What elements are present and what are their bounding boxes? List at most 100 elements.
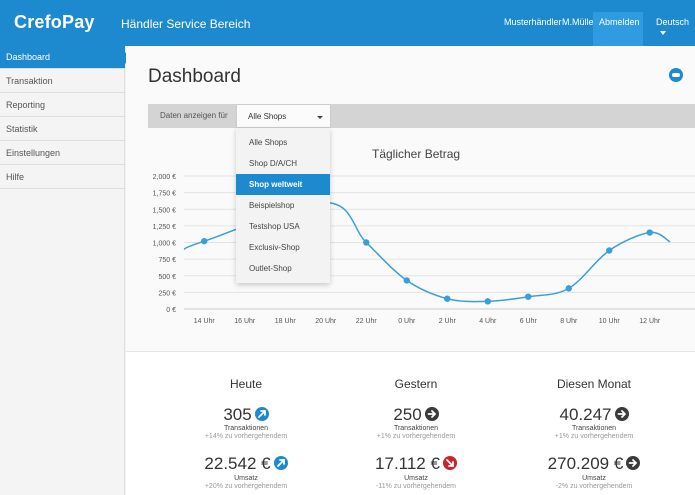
y-tick-label: 500 € bbox=[158, 274, 176, 281]
app-subtitle: Händler Service Bereich bbox=[121, 17, 251, 31]
stat-revenue-change: -11% zu vorhergehendem bbox=[375, 483, 457, 490]
language-label: Deutsch bbox=[656, 17, 690, 27]
x-tick-label: 20 Uhr bbox=[315, 318, 337, 325]
sidebar-item-label: Hilfe bbox=[6, 172, 25, 182]
data-point bbox=[646, 229, 653, 236]
x-tick-label: 16 Uhr bbox=[234, 318, 256, 325]
trend-flat-icon bbox=[424, 406, 439, 421]
data-point bbox=[444, 295, 451, 302]
sidebar-item-statistik[interactable]: Statistik bbox=[0, 118, 125, 141]
stat-revenue-label: Umsatz bbox=[404, 475, 428, 482]
stat-transactions-value: 250 bbox=[331, 405, 501, 425]
stat-transactions-change: +1% zu vorhergehendem bbox=[554, 433, 634, 440]
x-tick-label: 12 Uhr bbox=[639, 318, 661, 325]
stat-transactions-label: Transaktionen bbox=[571, 425, 617, 432]
stat-revenue-change: -2% zu vorhergehendem bbox=[555, 483, 633, 490]
sidebar-item-label: Transaktion bbox=[6, 76, 53, 86]
dropdown-option[interactable]: Outlet-Shop bbox=[236, 258, 330, 279]
sidebar-item-dashboard[interactable]: Dashboard bbox=[0, 46, 131, 69]
filter-label: Daten anzeigen für bbox=[160, 111, 228, 120]
daily-amount-chart: 0 € 250 € 500 € 750 € 1,000 € 1,250 € 1,500 € 1… bbox=[153, 174, 695, 325]
chevron-down-icon bbox=[660, 30, 666, 35]
dropdown-option[interactable]: Exclusiv-Shop bbox=[236, 237, 330, 258]
trend-up-icon bbox=[273, 455, 288, 470]
y-tick-label: 1,000 € bbox=[153, 241, 176, 248]
x-tick-label: 18 Uhr bbox=[275, 318, 297, 325]
stat-transactions-label: Transaktionen bbox=[393, 425, 439, 432]
data-point bbox=[565, 285, 572, 292]
stat-heading: Diesen Monat bbox=[556, 377, 632, 391]
filter-bar: Daten anzeigen für Alle Shops bbox=[148, 104, 695, 128]
stat-number: 305 bbox=[223, 405, 252, 424]
chevron-down-icon bbox=[317, 116, 323, 119]
x-tick-label: 6 Uhr bbox=[520, 318, 538, 325]
logout-label: Abmelden bbox=[599, 17, 640, 27]
language-select[interactable]: Deutsch bbox=[656, 17, 695, 37]
stat-revenue-value: 17.112 € bbox=[331, 454, 501, 474]
shop-select-value: Alle Shops bbox=[248, 112, 287, 121]
stat-number: 22.542 € bbox=[204, 454, 271, 473]
x-tick-label: 10 Uhr bbox=[599, 318, 621, 325]
trend-flat-icon bbox=[626, 455, 641, 470]
x-tick-label: 14 Uhr bbox=[194, 318, 216, 325]
stat-transactions-value: 305 bbox=[161, 405, 331, 425]
data-point bbox=[403, 277, 410, 284]
stat-number: 17.112 € bbox=[375, 454, 440, 473]
dropdown-option[interactable]: Shop D/A/CH bbox=[236, 153, 330, 174]
stat-revenue-label: Umsatz bbox=[234, 475, 258, 482]
stat-revenue-value: 22.542 € bbox=[161, 454, 331, 474]
dropdown-option[interactable]: Testshop USA bbox=[236, 216, 330, 237]
x-tick-label: 2 Uhr bbox=[439, 318, 457, 325]
help-icon[interactable] bbox=[669, 68, 683, 82]
sidebar: Dashboard Transaktion Reporting Statisti… bbox=[0, 46, 131, 495]
y-tick-label: 1,500 € bbox=[153, 207, 176, 214]
dropdown-option[interactable]: Alle Shops bbox=[236, 132, 330, 153]
sidebar-item-label: Einstellungen bbox=[6, 148, 61, 158]
sidebar-item-transaktion[interactable]: Transaktion bbox=[0, 70, 125, 93]
y-tick-label: 750 € bbox=[158, 257, 176, 264]
stat-number: 270.209 € bbox=[547, 454, 624, 473]
sidebar-item-einstellungen[interactable]: Einstellungen bbox=[0, 142, 125, 165]
x-tick-label: 4 Uhr bbox=[479, 318, 497, 325]
stat-transactions-change: +1% zu vorhergehendem bbox=[376, 433, 456, 440]
sidebar-item-label: Dashboard bbox=[6, 52, 51, 62]
data-point bbox=[484, 298, 491, 305]
dropdown-option-highlighted[interactable]: Shop weltweit bbox=[236, 174, 330, 195]
stat-transactions-value: 40.247 bbox=[509, 405, 679, 425]
y-tick-label: 2,000 € bbox=[153, 174, 176, 181]
shop-dropdown-menu: Alle Shops Shop D/A/CH Shop weltweit Bei… bbox=[236, 128, 330, 283]
shop-select[interactable]: Alle Shops bbox=[236, 104, 331, 128]
stat-transactions-change: +14% zu vorhergehendem bbox=[204, 433, 288, 440]
dropdown-option[interactable]: Beispielshop bbox=[236, 195, 330, 216]
sidebar-item-reporting[interactable]: Reporting bbox=[0, 94, 125, 117]
sidebar-item-hilfe[interactable]: Hilfe bbox=[0, 166, 125, 189]
trend-up-icon bbox=[254, 406, 269, 421]
logout-button[interactable]: Abmelden bbox=[593, 12, 643, 46]
y-tick-label: 250 € bbox=[158, 290, 176, 297]
stat-revenue-label: Umsatz bbox=[582, 475, 606, 482]
data-point bbox=[363, 239, 370, 246]
chart-title: Täglicher Betrag bbox=[372, 147, 461, 161]
y-tick-label: 1,250 € bbox=[153, 224, 176, 231]
y-tick-label: 0 € bbox=[166, 307, 176, 314]
merchant-name[interactable]: Musterhändler bbox=[504, 17, 562, 27]
sidebar-item-label: Statistik bbox=[6, 124, 38, 134]
brand-logo[interactable]: CrefoPay bbox=[14, 12, 95, 33]
top-bar: CrefoPay Händler Service Bereich Musterh… bbox=[0, 0, 695, 46]
trend-flat-icon bbox=[614, 406, 629, 421]
user-name[interactable]: M.Müller bbox=[562, 17, 597, 27]
data-point bbox=[525, 293, 532, 300]
trend-down-icon bbox=[442, 455, 457, 470]
sidebar-item-label: Reporting bbox=[6, 100, 46, 110]
data-point bbox=[606, 247, 613, 254]
stat-number: 40.247 bbox=[559, 405, 612, 424]
stat-heading: Heute bbox=[229, 377, 263, 391]
x-tick-label: 22 Uhr bbox=[356, 318, 378, 325]
stat-revenue-value: 270.209 € bbox=[509, 454, 679, 474]
y-tick-label: 1,750 € bbox=[153, 191, 176, 198]
stat-number: 250 bbox=[393, 405, 422, 424]
page-title: Dashboard bbox=[148, 66, 241, 87]
x-tick-label: 8 Uhr bbox=[560, 318, 578, 325]
x-tick-label: 0 Uhr bbox=[398, 318, 416, 325]
main-content: Dashboard Daten anzeigen für Alle Shops … bbox=[126, 46, 695, 495]
